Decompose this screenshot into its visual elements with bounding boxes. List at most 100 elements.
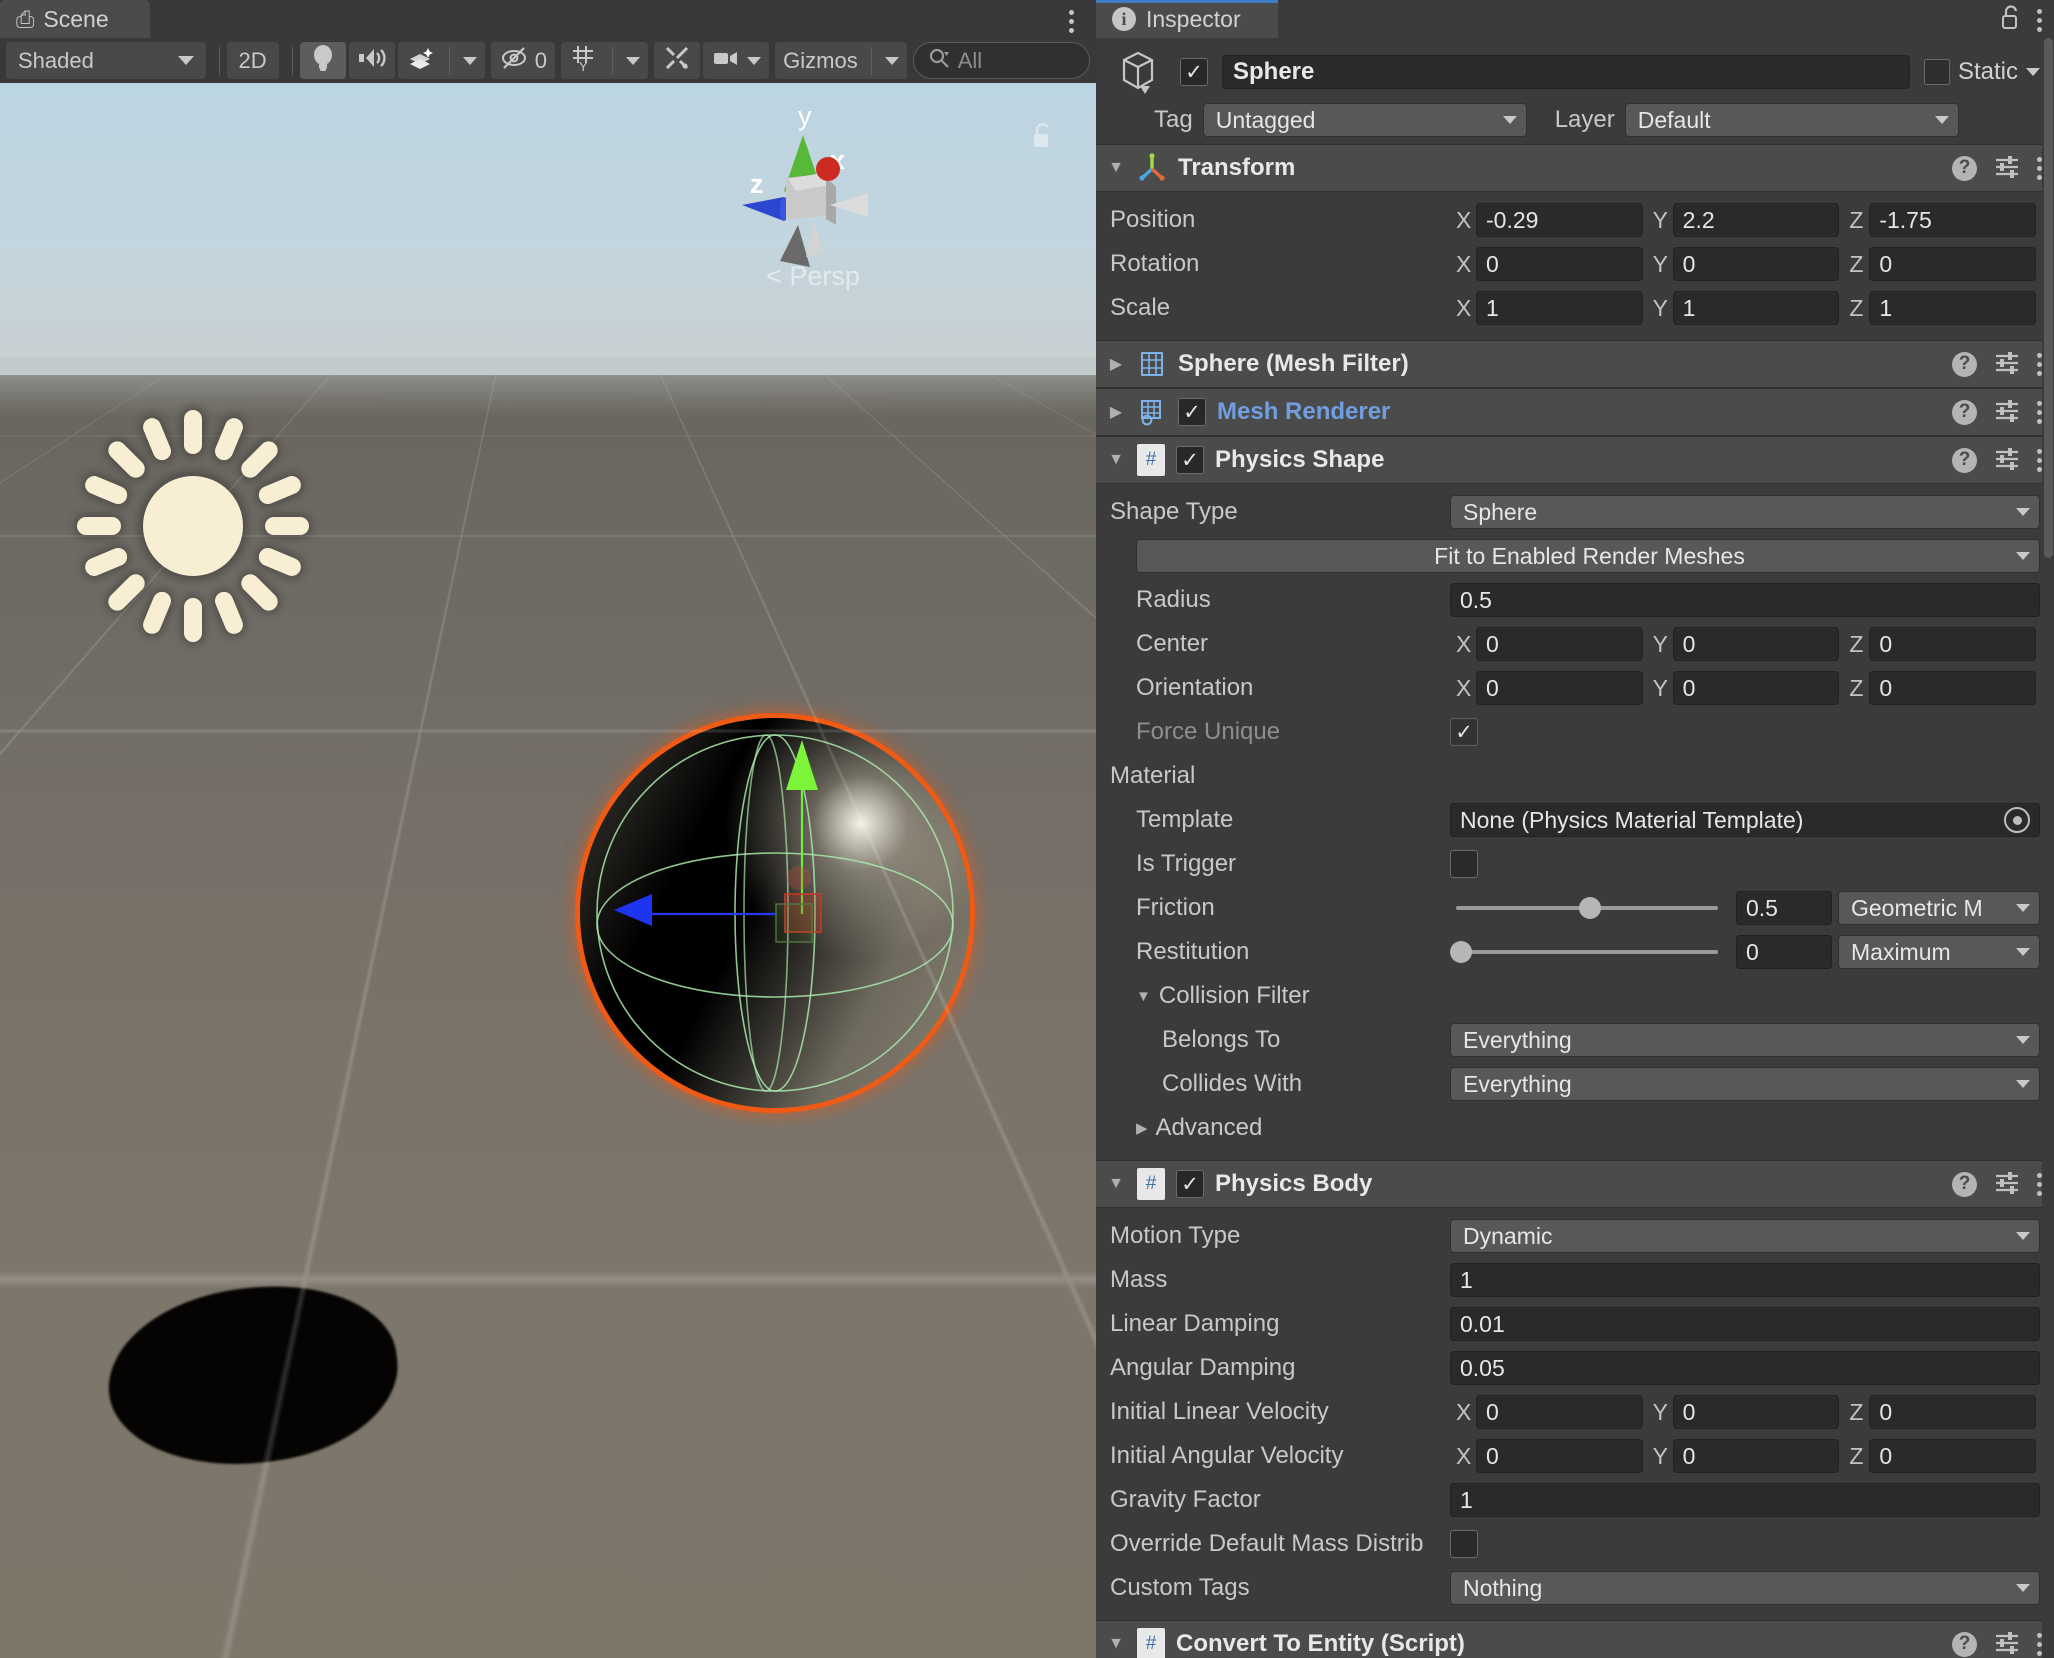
restitution-value-field[interactable]: 0 xyxy=(1736,935,1832,969)
restitution-slider[interactable] xyxy=(1450,935,1724,969)
inspector-menu-icon[interactable] xyxy=(2037,9,2042,32)
help-icon[interactable]: ? xyxy=(1952,400,1977,425)
collides-with-dropdown[interactable]: Everything xyxy=(1450,1067,2040,1101)
foldout-arrow-icon[interactable]: ▼ xyxy=(1136,988,1151,1005)
mesh-renderer-enabled-checkbox[interactable]: ✓ xyxy=(1178,398,1206,426)
component-header-physics-shape[interactable]: ▼ # ✓ Physics Shape ? xyxy=(1096,436,2054,484)
scene-viewport[interactable]: y x z < Persp xyxy=(0,83,1096,1658)
angular-damping-field[interactable]: 0.05 xyxy=(1450,1351,2040,1385)
rotation-x-field[interactable]: 0 xyxy=(1476,247,1643,281)
draw-mode-dropdown[interactable]: Shaded xyxy=(6,42,206,79)
center-x-field[interactable]: 0 xyxy=(1476,627,1643,661)
initial-angular-velocity-z-field[interactable]: 0 xyxy=(1869,1439,2036,1473)
preset-icon[interactable] xyxy=(1993,1169,2021,1200)
scene-tools-button[interactable] xyxy=(654,42,700,79)
fit-to-render-meshes-button[interactable]: Fit to Enabled Render Meshes xyxy=(1136,539,2040,573)
initial-linear-velocity-y-field[interactable]: 0 xyxy=(1673,1395,1840,1429)
scale-x-field[interactable]: 1 xyxy=(1476,291,1643,325)
grid-visibility-group[interactable]: Y xyxy=(561,42,648,79)
orientation-z-field[interactable]: 0 xyxy=(1869,671,2036,705)
projection-mode-label[interactable]: < Persp xyxy=(718,261,908,292)
physics-body-enabled-checkbox[interactable]: ✓ xyxy=(1176,1170,1204,1198)
advanced-foldout-row[interactable]: ▶ Advanced xyxy=(1110,1106,2040,1150)
scene-tab-menu-icon[interactable] xyxy=(1063,4,1080,39)
belongs-to-dropdown[interactable]: Everything xyxy=(1450,1023,2040,1057)
restitution-slider-knob[interactable] xyxy=(1450,941,1472,963)
position-x-field[interactable]: -0.29 xyxy=(1476,203,1643,237)
scene-search-input[interactable]: All xyxy=(913,42,1090,79)
initial-angular-velocity-x-field[interactable]: 0 xyxy=(1476,1439,1643,1473)
preset-icon[interactable] xyxy=(1993,1629,2021,1658)
position-z-field[interactable]: -1.75 xyxy=(1869,203,2036,237)
component-header-mesh-filter[interactable]: ▶ Sphere (Mesh Filter) ? xyxy=(1096,340,2054,388)
object-picker-icon[interactable] xyxy=(2004,807,2030,833)
friction-slider[interactable] xyxy=(1450,891,1724,925)
preset-icon[interactable] xyxy=(1993,349,2021,380)
static-checkbox[interactable] xyxy=(1924,59,1950,85)
orientation-x-field[interactable]: 0 xyxy=(1476,671,1643,705)
template-object-field[interactable]: None (Physics Material Template) xyxy=(1450,803,2040,837)
foldout-arrow-icon[interactable]: ▼ xyxy=(1106,451,1126,469)
foldout-arrow-icon[interactable]: ▼ xyxy=(1106,159,1126,177)
physics-shape-enabled-checkbox[interactable]: ✓ xyxy=(1176,446,1204,474)
chevron-down-icon[interactable] xyxy=(747,57,761,65)
restitution-combine-dropdown[interactable]: Maximum xyxy=(1838,935,2040,969)
static-toggle[interactable]: Static xyxy=(1924,58,2040,86)
help-icon[interactable]: ? xyxy=(1952,352,1977,377)
tab-inspector[interactable]: i Inspector xyxy=(1096,0,1278,38)
help-icon[interactable]: ? xyxy=(1952,156,1977,181)
hidden-objects-toggle[interactable]: 0 xyxy=(491,42,555,79)
scale-z-field[interactable]: 1 xyxy=(1869,291,2036,325)
component-header-convert-to-entity[interactable]: ▼ # Convert To Entity (Script) ? xyxy=(1096,1620,2054,1658)
toggle-2d-button[interactable]: 2D xyxy=(227,42,279,79)
scene-fx-group[interactable] xyxy=(398,42,485,79)
inspector-scrollbar-thumb[interactable] xyxy=(2044,38,2053,558)
unlock-icon[interactable] xyxy=(1030,121,1056,158)
foldout-arrow-icon[interactable]: ▶ xyxy=(1106,354,1126,374)
tag-dropdown[interactable]: Untagged xyxy=(1203,103,1527,137)
scene-audio-toggle[interactable] xyxy=(349,42,395,79)
chevron-down-icon[interactable] xyxy=(885,57,899,65)
position-y-field[interactable]: 2.2 xyxy=(1673,203,1840,237)
foldout-arrow-icon[interactable]: ▼ xyxy=(1106,1635,1126,1653)
foldout-arrow-icon[interactable]: ▶ xyxy=(1106,402,1126,422)
gameobject-enabled-checkbox[interactable]: ✓ xyxy=(1180,58,1208,86)
collision-filter-foldout-row[interactable]: ▼ Collision Filter xyxy=(1110,974,2040,1018)
motion-type-dropdown[interactable]: Dynamic xyxy=(1450,1219,2040,1253)
gravity-factor-field[interactable]: 1 xyxy=(1450,1483,2040,1517)
friction-slider-knob[interactable] xyxy=(1579,897,1601,919)
initial-angular-velocity-y-field[interactable]: 0 xyxy=(1673,1439,1840,1473)
translate-gizmo[interactable] xyxy=(580,718,970,1108)
help-icon[interactable]: ? xyxy=(1952,1632,1977,1657)
gizmos-dropdown[interactable]: Gizmos xyxy=(775,42,907,79)
help-icon[interactable]: ? xyxy=(1952,448,1977,473)
rotation-z-field[interactable]: 0 xyxy=(1869,247,2036,281)
component-header-physics-body[interactable]: ▼ # ✓ Physics Body ? xyxy=(1096,1160,2054,1208)
directional-light-sun-icon[interactable] xyxy=(48,381,338,671)
scene-lighting-toggle[interactable] xyxy=(300,42,346,79)
shape-type-dropdown[interactable]: Sphere xyxy=(1450,495,2040,529)
initial-linear-velocity-x-field[interactable]: 0 xyxy=(1476,1395,1643,1429)
inspector-scrollbar[interactable] xyxy=(2042,38,2054,1658)
preset-icon[interactable] xyxy=(1993,397,2021,428)
center-z-field[interactable]: 0 xyxy=(1869,627,2036,661)
help-icon[interactable]: ? xyxy=(1952,1172,1977,1197)
foldout-arrow-icon[interactable]: ▼ xyxy=(1106,1175,1126,1193)
tab-scene[interactable]: ⎙ Scene xyxy=(0,0,150,38)
center-y-field[interactable]: 0 xyxy=(1673,627,1840,661)
foldout-arrow-icon[interactable]: ▶ xyxy=(1136,1119,1148,1137)
component-header-transform[interactable]: ▼ Transform ? xyxy=(1096,144,2054,192)
scale-y-field[interactable]: 1 xyxy=(1673,291,1840,325)
preset-icon[interactable] xyxy=(1993,445,2021,476)
layer-dropdown[interactable]: Default xyxy=(1625,103,1959,137)
rotation-y-field[interactable]: 0 xyxy=(1673,247,1840,281)
linear-damping-field[interactable]: 0.01 xyxy=(1450,1307,2040,1341)
custom-tags-dropdown[interactable]: Nothing xyxy=(1450,1571,2040,1605)
orientation-y-field[interactable]: 0 xyxy=(1673,671,1840,705)
gameobject-name-field[interactable]: Sphere xyxy=(1222,55,1910,89)
initial-linear-velocity-z-field[interactable]: 0 xyxy=(1869,1395,2036,1429)
component-header-mesh-renderer[interactable]: ▶ ✓ Mesh Renderer ? xyxy=(1096,388,2054,436)
lock-open-icon[interactable] xyxy=(1999,4,2023,37)
friction-value-field[interactable]: 0.5 xyxy=(1736,891,1832,925)
chevron-down-icon[interactable] xyxy=(626,57,640,65)
